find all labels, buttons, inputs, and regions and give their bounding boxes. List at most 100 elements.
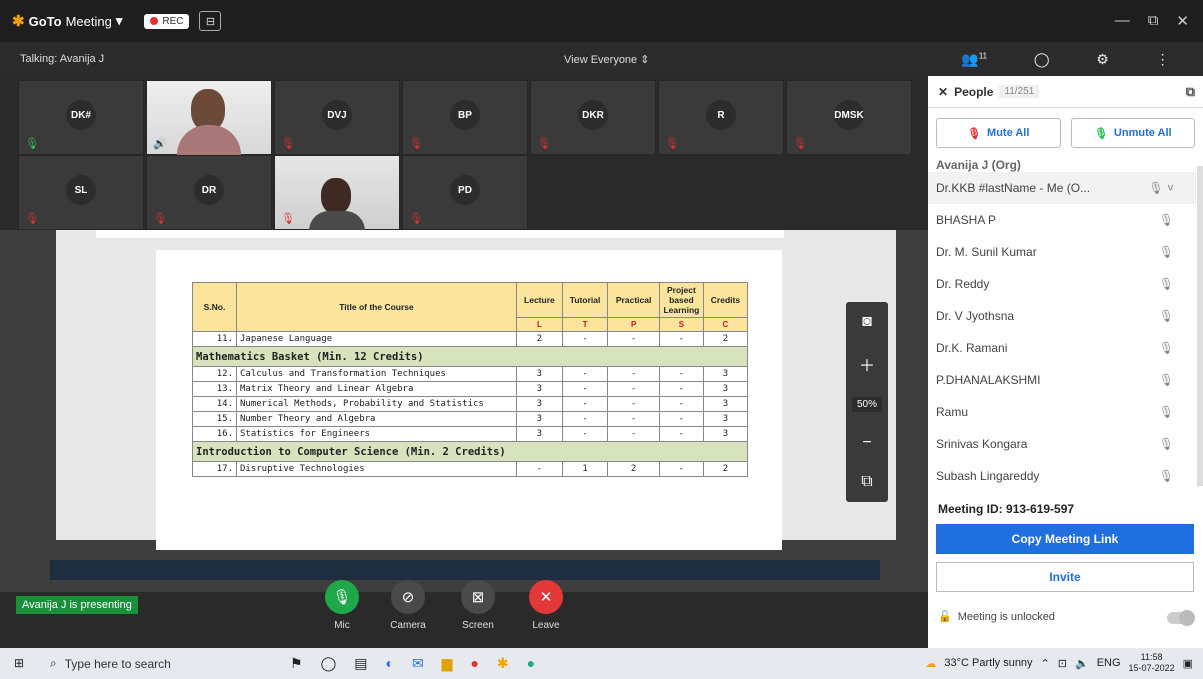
search-icon: ⌕ — [50, 656, 57, 670]
zoom-out-icon[interactable]: − — [862, 434, 871, 452]
sub-c: C — [702, 317, 749, 332]
edge-icon[interactable]: ◐ — [385, 655, 393, 672]
tile-dkr[interactable]: DKR 🎙 — [530, 80, 656, 155]
tile-avanija-video[interactable]: 🔊 — [146, 80, 272, 155]
zoom-in-icon[interactable]: ＋ — [859, 352, 875, 376]
minimize-icon[interactable]: — — [1115, 12, 1130, 30]
tile-dr[interactable]: DR 🎙 — [146, 155, 272, 230]
search-placeholder: Type here to search — [64, 656, 171, 671]
list-item[interactable]: Avanija J (Org) — [928, 158, 1196, 172]
list-item[interactable]: Dr. V Jyothsna 🎙 — [928, 300, 1196, 332]
language-indicator[interactable]: ENG — [1097, 657, 1121, 669]
cell: 13. — [192, 381, 237, 397]
meeting-lock-status: 🔓 Meeting is unlocked — [938, 610, 1055, 624]
leave-button[interactable]: ✕ Leave — [524, 580, 568, 631]
list-item[interactable]: Srinivas Kongara 🎙 — [928, 428, 1196, 460]
record-dot-icon — [150, 17, 159, 25]
cell: 3 — [702, 366, 749, 382]
mic-button[interactable]: 🎙 Mic — [320, 580, 364, 631]
list-item-self[interactable]: Dr.KKB #lastName - Me (O... 🎙 ˅ — [928, 172, 1196, 204]
list-item[interactable]: Ramu 🎙 — [928, 396, 1196, 428]
tray-chevron-icon[interactable]: ⌃ — [1041, 657, 1050, 670]
camera-button[interactable]: ⊘ Camera — [386, 580, 430, 631]
tile-participant-video[interactable]: 🎙 — [274, 155, 400, 231]
cell: Statistics for Engineers — [236, 426, 517, 442]
lock-toggle[interactable] — [1167, 610, 1195, 626]
tile-dk[interactable]: DK# 🎙 — [18, 80, 144, 155]
close-icon[interactable]: ✕ — [1176, 12, 1189, 30]
mic-icon: 🎙 ˅ — [1148, 181, 1174, 195]
word-status-bar — [40, 546, 890, 556]
basket-title: Mathematics Basket (Min. 12 Credits) — [192, 346, 748, 367]
cell: 17. — [192, 461, 237, 477]
tile-dmsk[interactable]: DMSK 🎙 — [786, 80, 912, 155]
people-list: Avanija J (Org) Dr.KKB #lastName - Me (O… — [928, 158, 1196, 490]
list-item[interactable]: P.DHANALAKSHMI 🎙 — [928, 364, 1196, 396]
people-scrollbar[interactable] — [1197, 166, 1203, 486]
clock[interactable]: 11:58 15-07-2022 — [1129, 652, 1175, 674]
windows-start-icon[interactable]: ⊞ — [14, 656, 24, 670]
col-title: Title of the Course — [236, 282, 517, 332]
chrome-profile-icon[interactable]: ● — [527, 655, 535, 672]
people-icon: 👥 — [961, 50, 979, 67]
cell: - — [658, 366, 704, 382]
notifications-icon[interactable]: ▣ — [1183, 657, 1193, 670]
mute-all-button[interactable]: 🎙 Mute All — [936, 118, 1061, 148]
people-tab[interactable]: 👥11 — [961, 51, 987, 68]
tile-pd[interactable]: PD 🎙 — [402, 155, 528, 230]
screen-button[interactable]: ⊠ Screen — [456, 580, 500, 631]
task-view-icon[interactable]: ◯ — [321, 655, 337, 672]
popout-icon[interactable]: ⧉ — [1186, 84, 1195, 100]
person-name: Dr.K. Ramani — [936, 341, 1008, 355]
list-item[interactable]: Subash Lingareddy 🎙 — [928, 460, 1196, 490]
leave-x-icon: ✕ — [529, 580, 563, 614]
app-icon[interactable]: ⚑ — [290, 655, 303, 672]
cell: 2 — [516, 331, 563, 347]
shared-screen[interactable]: S.No. Title of the Course Lecture Tutori… — [0, 230, 928, 592]
widgets-icon[interactable]: ▤ — [354, 655, 367, 672]
unmute-all-button[interactable]: 🎙 Unmute All — [1070, 118, 1195, 148]
initials: DVJ — [322, 100, 352, 130]
network-icon[interactable]: ⊡ — [1058, 657, 1067, 670]
settings-gear-icon[interactable]: ⚙ — [1096, 51, 1109, 68]
mail-icon[interactable]: ✉ — [412, 655, 424, 672]
people-count-badge: 11/251 — [999, 85, 1040, 98]
app-brand-menu[interactable]: ✱ GoTo Meeting ▾ — [12, 12, 122, 30]
col-credits: Credits — [702, 282, 749, 318]
list-item[interactable]: BHASHA P 🎙 — [928, 204, 1196, 236]
table-row: 11. Japanese Language 2 - - - 2 — [192, 331, 749, 347]
snapshot-camera-icon[interactable]: ◙ — [862, 313, 872, 331]
rec-button[interactable]: REC — [144, 13, 190, 29]
volume-icon[interactable]: 🔈 — [1075, 657, 1089, 670]
list-item[interactable]: Dr.K. Ramani 🎙 — [928, 332, 1196, 364]
popout-icon[interactable]: ⧉ — [861, 473, 872, 491]
weather-text[interactable]: 33°C Partly sunny — [944, 657, 1032, 669]
restore-icon[interactable]: ⧉ — [1148, 12, 1159, 30]
copy-meeting-link-button[interactable]: Copy Meeting Link — [936, 524, 1194, 554]
tile-dvj[interactable]: DVJ 🎙 — [274, 80, 400, 155]
lock-icon[interactable]: ⊟ — [199, 11, 222, 31]
file-explorer-icon[interactable]: ▆ — [442, 655, 453, 672]
close-panel-icon[interactable]: ✕ — [938, 85, 948, 99]
cell: 1 — [561, 461, 609, 477]
mic-muted-icon: 🎙 — [665, 138, 679, 150]
list-item[interactable]: Dr. M. Sunil Kumar 🎙 — [928, 236, 1196, 268]
cell: 3 — [702, 426, 749, 442]
tile-bp[interactable]: BP 🎙 — [402, 80, 528, 155]
invite-button[interactable]: Invite — [936, 562, 1194, 592]
mic-muted-icon: 🎙 — [967, 127, 982, 140]
cell: 3 — [516, 411, 563, 427]
tile-sl[interactable]: SL 🎙 — [18, 155, 144, 230]
title-bar: ✱ GoTo Meeting ▾ REC ⊟ — ⧉ ✕ — [0, 0, 1203, 42]
taskbar-search[interactable]: ⌕ Type here to search — [50, 656, 171, 671]
view-everyone-selector[interactable]: View Everyone ⇕ — [564, 53, 649, 66]
tile-r[interactable]: R 🎙 — [658, 80, 784, 155]
right-toolbar: 👥11 ◯ ⚙ ⋮ — [928, 42, 1203, 76]
gotomeeting-icon[interactable]: ✱ — [497, 655, 509, 672]
chat-icon[interactable]: ◯ — [1034, 51, 1050, 68]
list-item[interactable]: Dr. Reddy 🎙 — [928, 268, 1196, 300]
cell: Numerical Methods, Probability and Stati… — [236, 396, 517, 412]
chrome-icon[interactable]: ● — [470, 655, 478, 672]
more-vertical-icon[interactable]: ⋮ — [1156, 51, 1170, 68]
cell: 16. — [192, 426, 237, 442]
